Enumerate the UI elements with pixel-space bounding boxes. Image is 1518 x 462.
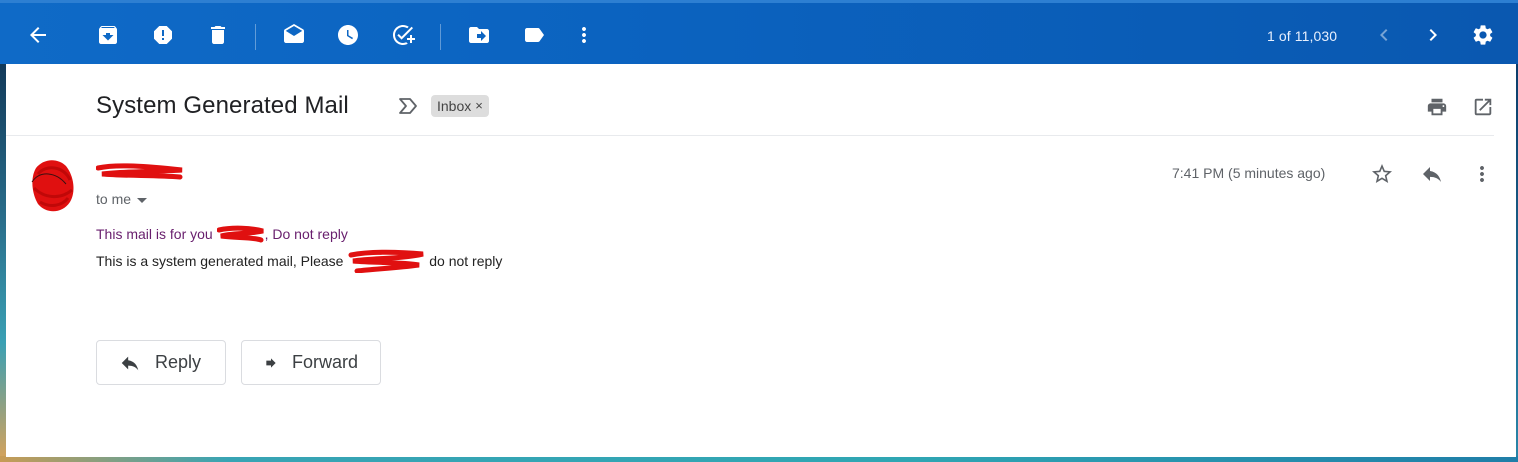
reply-button[interactable]: Reply — [96, 340, 226, 385]
toolbar-separator — [255, 24, 256, 50]
reply-arrow-icon — [121, 356, 139, 370]
add-to-tasks-icon[interactable] — [391, 23, 415, 47]
subject-row: System Generated Mail Inbox × — [6, 64, 1516, 136]
forward-arrow-icon — [266, 357, 276, 368]
snooze-icon[interactable] — [336, 23, 360, 47]
forward-button[interactable]: Forward — [241, 340, 381, 385]
body-line-1-text-start: This mail is for you — [96, 226, 217, 243]
redacted-word-scribble — [347, 249, 425, 276]
inbox-label-chip[interactable]: Inbox × — [431, 95, 489, 117]
subject-divider — [6, 135, 1494, 136]
message-toolbar: 1 of 11,030 — [0, 0, 1518, 64]
message-body-line-2: This is a system generated mail, Please … — [96, 249, 502, 276]
toolbar-separator — [440, 24, 441, 50]
message-count: 1 of 11,030 — [1267, 28, 1338, 44]
body-line-2-text-end: do not reply — [425, 253, 503, 270]
move-to-icon[interactable] — [467, 23, 491, 47]
mark-unread-icon[interactable] — [282, 23, 306, 47]
message-timestamp: 7:41 PM (5 minutes ago) — [1172, 165, 1326, 181]
back-arrow-icon[interactable] — [26, 23, 50, 47]
sender-avatar[interactable] — [26, 154, 78, 216]
message-panel: System Generated Mail Inbox × to me 7:41… — [6, 64, 1516, 457]
gmail-window: 1 of 11,030 System Generated Mail Inbox … — [0, 0, 1518, 462]
recipient-details-toggle[interactable]: to me — [96, 191, 148, 207]
delete-icon[interactable] — [206, 23, 230, 47]
chevron-right-icon[interactable] — [1421, 23, 1445, 47]
chevron-down-icon — [137, 197, 148, 203]
recipient-text: to me — [96, 191, 132, 207]
more-vert-icon[interactable] — [1470, 162, 1494, 186]
sender-name-redacted — [95, 162, 184, 182]
importance-marker-icon[interactable] — [398, 97, 418, 115]
open-in-new-window-icon[interactable] — [1472, 96, 1494, 118]
remove-label-icon[interactable]: × — [475, 95, 483, 117]
reply-icon[interactable] — [1420, 162, 1444, 186]
subject-title: System Generated Mail — [96, 92, 349, 119]
forward-button-label: Forward — [291, 352, 358, 372]
print-icon[interactable] — [1426, 96, 1448, 118]
settings-gear-icon[interactable] — [1471, 23, 1495, 47]
chevron-left-icon[interactable] — [1372, 23, 1396, 47]
label-icon[interactable] — [522, 23, 546, 47]
more-vert-icon[interactable] — [572, 23, 596, 47]
inbox-label-text: Inbox — [437, 98, 472, 114]
message-body-line-1: This mail is for you , Do not reply — [96, 225, 348, 246]
archive-icon[interactable] — [96, 23, 120, 47]
body-line-2-text-start: This is a system generated mail, Please — [96, 253, 348, 270]
report-spam-icon[interactable] — [151, 23, 175, 47]
redacted-name-scribble — [216, 225, 265, 246]
star-icon[interactable] — [1370, 162, 1394, 186]
body-line-1-text-end: , Do not reply — [264, 226, 348, 243]
reply-button-label: Reply — [155, 352, 202, 372]
